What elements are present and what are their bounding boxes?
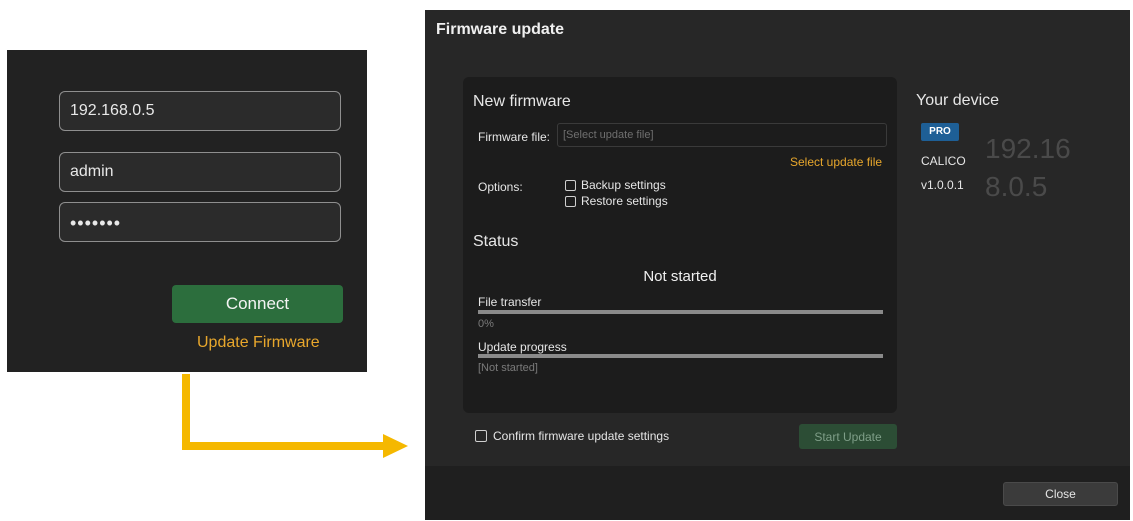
device-name: CALICO [921,154,966,168]
firmware-file-input[interactable]: [Select update file] [557,123,887,147]
dialog-footer: Close [425,466,1130,520]
backup-settings-label: Backup settings [581,178,666,192]
options-label: Options: [478,180,523,194]
restore-settings-label: Restore settings [581,194,668,208]
pro-badge: PRO [921,123,959,141]
file-transfer-value: 0% [478,318,494,330]
select-update-file-link[interactable]: Select update file [790,155,882,169]
your-device-heading: Your device [916,92,1000,109]
firmware-update-dialog: Firmware update New firmware Firmware fi… [425,10,1130,520]
update-progress-bar [478,354,883,358]
status-state: Not started [643,268,717,285]
status-heading: Status [473,233,519,250]
update-progress-value: [Not started] [478,362,538,374]
start-update-button[interactable]: Start Update [799,424,897,449]
confirm-settings-checkbox[interactable]: Confirm firmware update settings [475,429,669,443]
device-version: v1.0.0.1 [921,178,964,192]
firmware-panel: New firmware Firmware file: [Select upda… [463,77,897,413]
file-transfer-progress-bar [478,310,883,314]
close-button[interactable]: Close [1003,482,1118,506]
confirm-settings-label: Confirm firmware update settings [493,429,670,443]
update-progress-label: Update progress [478,340,567,354]
firmware-file-label: Firmware file: [478,130,551,144]
file-transfer-label: File transfer [478,295,542,309]
checkbox-icon[interactable] [475,430,487,442]
checkbox-icon[interactable] [565,195,576,207]
new-firmware-heading: New firmware [473,93,571,110]
device-ip: 192.168.0.5 [985,133,1071,202]
backup-settings-checkbox[interactable]: Backup settings [565,178,666,192]
restore-settings-checkbox[interactable]: Restore settings [565,194,668,208]
dialog-title: Firmware update [436,21,565,38]
checkbox-icon[interactable] [565,179,576,191]
